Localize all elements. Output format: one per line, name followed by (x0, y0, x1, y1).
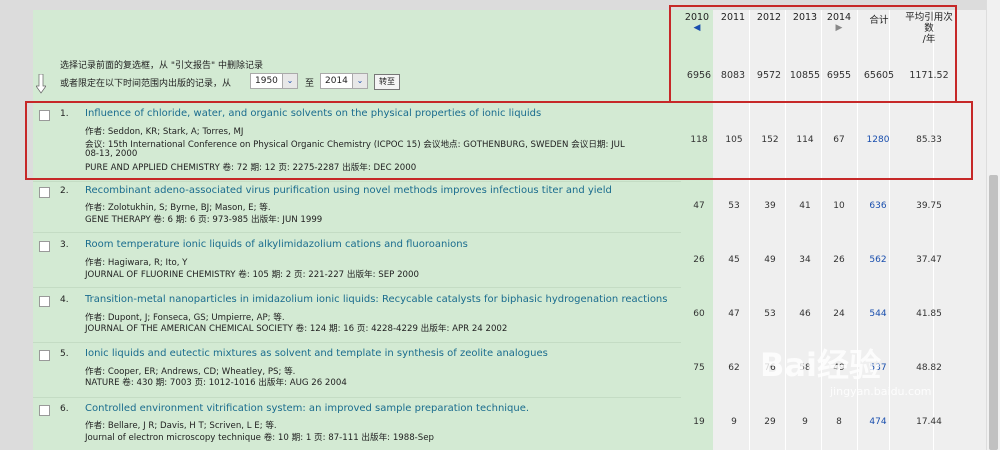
total-citations-link[interactable]: 636 (860, 201, 896, 211)
highlight-box-totals (669, 5, 957, 103)
to-year-select[interactable]: 2014 ⌄ (320, 73, 368, 89)
highlight-box-record (25, 101, 973, 180)
record-source: GENE THERAPY 卷: 6 期: 6 页: 973-985 出版年: J… (85, 215, 323, 225)
down-arrow-icon (36, 74, 46, 94)
list-item: 2. Recombinant adeno-associated virus pu… (33, 182, 681, 233)
record-source: Journal of electron microscopy technique… (85, 433, 434, 443)
record-title-link[interactable]: Controlled environment vitrification sys… (85, 403, 529, 414)
list-item: 6. Controlled environment vitrification … (33, 400, 681, 448)
list-item: 5. Ionic liquids and eutectic mixtures a… (33, 345, 681, 398)
remove-records-instruction: 选择记录前面的复选框，从 "引文报告" 中删除记录 (60, 61, 264, 71)
record-checkbox[interactable] (39, 405, 50, 416)
record-authors: 作者: Zolotukhin, S; Byrne, BJ; Mason, E; … (85, 203, 271, 213)
record-number: 3. (60, 240, 69, 250)
to-label: 至 (305, 79, 315, 89)
record-number: 6. (60, 404, 69, 414)
record-source: NATURE 卷: 430 期: 7003 页: 1012-1016 出版年: … (85, 378, 347, 388)
record-source: JOURNAL OF FLUORINE CHEMISTRY 卷: 105 期: … (85, 270, 419, 280)
record-authors: 作者: Bellare, J R; Davis, H T; Scriven, L… (85, 421, 277, 431)
record-number: 2. (60, 186, 69, 196)
record-number: 5. (60, 349, 69, 359)
record-title-link[interactable]: Ionic liquids and eutectic mixtures as s… (85, 348, 548, 359)
record-title-link[interactable]: Transition-metal nanoparticles in imidaz… (85, 294, 667, 305)
total-citations-link[interactable]: 544 (860, 309, 896, 319)
record-checkbox[interactable] (39, 187, 50, 198)
record-source: JOURNAL OF THE AMERICAN CHEMICAL SOCIETY… (85, 324, 508, 334)
record-title-link[interactable]: Room temperature ionic liquids of alkyli… (85, 239, 468, 250)
record-checkbox[interactable] (39, 241, 50, 252)
year-range-instruction: 或者限定在以下时间范围内出版的记录，从 (60, 79, 232, 89)
total-citations-link[interactable]: 562 (860, 255, 896, 265)
chevron-down-icon: ⌄ (352, 74, 367, 88)
watermark-url: jingyan.baidu.com (830, 385, 932, 398)
from-year-select[interactable]: 1950 ⌄ (250, 73, 298, 89)
record-title-link[interactable]: Recombinant adeno-associated virus purif… (85, 185, 612, 196)
watermark-logo: Bai经验 (760, 346, 881, 384)
record-checkbox[interactable] (39, 350, 50, 361)
list-item: 3. Room temperature ionic liquids of alk… (33, 236, 681, 288)
go-button[interactable]: 转至 (374, 74, 400, 90)
record-number: 4. (60, 295, 69, 305)
scrollbar[interactable] (986, 0, 1000, 450)
chevron-down-icon: ⌄ (282, 74, 297, 88)
record-checkbox[interactable] (39, 296, 50, 307)
record-authors: 作者: Hagiwara, R; Ito, Y (85, 258, 188, 268)
scrollbar-thumb[interactable] (989, 175, 998, 450)
total-citations-link[interactable]: 474 (860, 417, 896, 427)
list-item: 4. Transition-metal nanoparticles in imi… (33, 291, 681, 343)
